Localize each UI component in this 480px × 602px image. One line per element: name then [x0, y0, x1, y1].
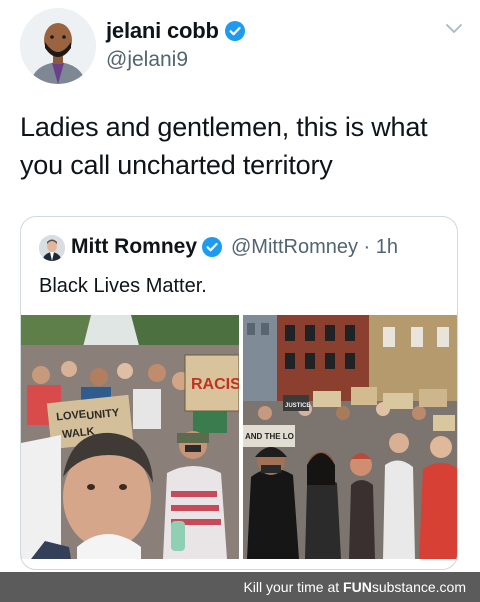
quoted-author-handle[interactable]: @MittRomney · 1h — [231, 236, 398, 259]
verified-badge-icon — [224, 21, 245, 41]
author-name[interactable]: jelani cobb — [106, 18, 245, 44]
verified-badge-icon — [202, 237, 222, 257]
quoted-tweet[interactable]: Mitt Romney @MittRomney · 1h Black Lives… — [20, 216, 458, 570]
photo-crowd-selfie[interactable]: RACIS LOVE UNITY WALK — [21, 315, 239, 559]
watermark-footer: Kill your time at FUNsubstance.com — [0, 572, 480, 602]
author-handle[interactable]: @jelani9 — [106, 48, 188, 72]
footer-brand-bold: FUN — [343, 579, 372, 595]
footer-text: Kill your time at FUNsubstance.com — [243, 579, 466, 595]
sign-racism-text: RACIS — [191, 376, 239, 393]
quoted-author-name[interactable]: Mitt Romney — [71, 235, 222, 259]
quoted-author-avatar[interactable] — [39, 235, 65, 261]
author-avatar[interactable] — [20, 8, 96, 84]
tweet-card: jelani cobb @jelani9 Ladies and gentleme… — [0, 0, 480, 572]
tweet-text: Ladies and gentlemen, this is what you c… — [20, 112, 428, 180]
quoted-author-name-text[interactable]: Mitt Romney — [71, 235, 197, 259]
sign-justice-text: JUSTICE — [285, 403, 310, 409]
chevron-down-icon[interactable] — [446, 24, 462, 34]
quoted-tweet-text: Black Lives Matter. — [39, 275, 207, 297]
footer-domain: .com — [435, 579, 466, 595]
sign-lord-text: AND THE LO — [245, 432, 294, 441]
photo-protest-march[interactable]: JUSTICE AND THE LO — [243, 315, 457, 559]
footer-prefix: Kill your time at — [243, 579, 344, 595]
footer-brand-rest: substance — [371, 579, 436, 595]
author-name-text[interactable]: jelani cobb — [106, 18, 219, 44]
